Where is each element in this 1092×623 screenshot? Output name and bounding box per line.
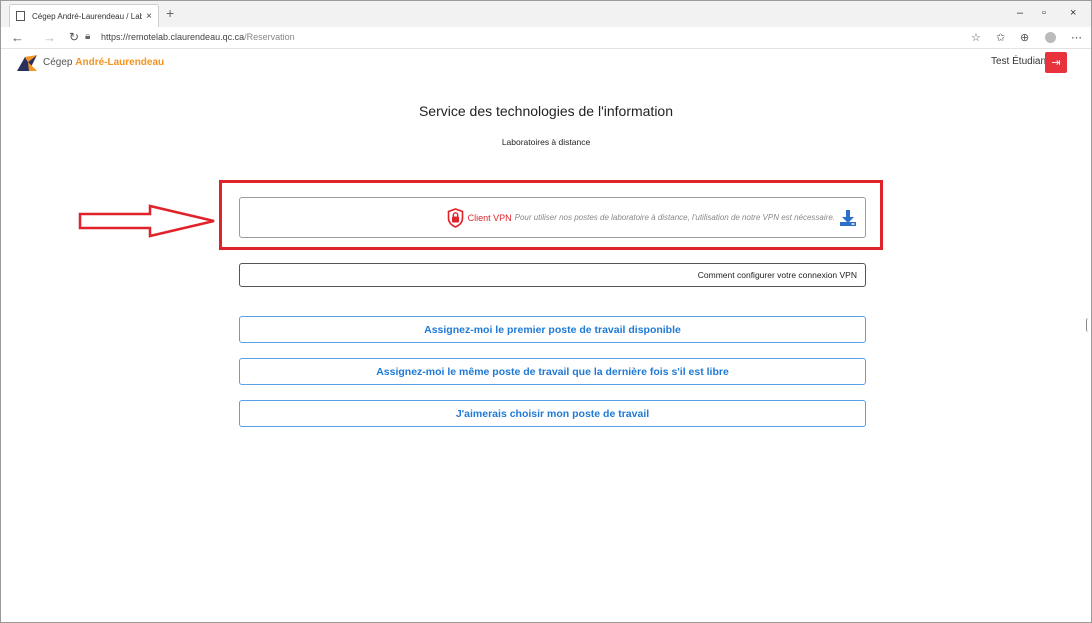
assign-same-workstation-button[interactable]: Assignez-moi le même poste de travail qu… xyxy=(239,358,866,385)
logout-button[interactable]: ⇥ xyxy=(1045,52,1067,73)
user-name: Test Étudiant xyxy=(991,56,1049,67)
url-path: /Reservation xyxy=(244,32,295,42)
vpn-client-link[interactable]: Client VPN xyxy=(468,213,512,223)
minimize-button[interactable]: – xyxy=(1017,7,1023,19)
tab-bar: Cégep André-Laurendeau / Labo × + – ▫ × xyxy=(1,1,1091,27)
close-window-button[interactable]: × xyxy=(1070,7,1076,19)
tab-close-icon[interactable]: × xyxy=(146,11,152,22)
site-header: Cégep André-Laurendeau Test Étudiant ⇥ xyxy=(1,50,1091,76)
lock-icon: 🔒︎ xyxy=(85,31,91,42)
vpn-config-link[interactable]: Comment configurer votre connexion VPN xyxy=(239,263,866,287)
brand-prefix: Cégep xyxy=(43,57,76,68)
choose-workstation-button[interactable]: J'aimerais choisir mon poste de travail xyxy=(239,400,866,427)
browser-tab[interactable]: Cégep André-Laurendeau / Labo × xyxy=(9,4,159,27)
logout-icon: ⇥ xyxy=(1051,57,1061,69)
tab-title: Cégep André-Laurendeau / Labo xyxy=(32,11,143,21)
annotation-arrow-icon xyxy=(78,204,215,238)
favorites-list-icon[interactable]: ✩ xyxy=(996,31,1005,44)
page-subtitle: Laboratoires à distance xyxy=(501,137,591,147)
assign-first-available-button[interactable]: Assignez-moi le premier poste de travail… xyxy=(239,316,866,343)
college-logo-icon[interactable] xyxy=(17,55,37,71)
vpn-client-panel: Client VPN Pour utiliser nos postes de l… xyxy=(239,197,866,238)
refresh-button[interactable]: ↻ xyxy=(69,30,79,44)
profile-avatar[interactable] xyxy=(1045,32,1056,43)
maximize-button[interactable]: ▫ xyxy=(1042,7,1046,19)
page-title: Service des technologies de l'informatio… xyxy=(418,103,674,119)
vpn-description: Pour utiliser nos postes de laboratoire … xyxy=(514,213,835,222)
browser-window xyxy=(0,0,1092,623)
url-field[interactable]: 🔒︎ https://remotelab.claurendeau.qc.ca/R… xyxy=(85,31,295,42)
favorite-star-icon[interactable]: ☆ xyxy=(971,31,981,44)
back-button[interactable]: ← xyxy=(11,30,24,45)
scrollbar-marker[interactable] xyxy=(1086,318,1091,332)
forward-button[interactable]: → xyxy=(43,30,56,45)
new-tab-button[interactable]: + xyxy=(166,5,174,21)
collections-icon[interactable]: ⊕ xyxy=(1020,31,1029,44)
brand-name[interactable]: Cégep André-Laurendeau xyxy=(43,57,164,68)
url-host: https://remotelab.claurendeau.qc.ca xyxy=(101,32,245,42)
download-icon[interactable] xyxy=(839,209,857,227)
more-menu-icon[interactable]: ⋯ xyxy=(1071,31,1082,44)
address-bar: ← → ↻ 🔒︎ https://remotelab.claurendeau.q… xyxy=(1,27,1091,49)
shield-lock-icon xyxy=(447,207,463,228)
page-icon xyxy=(16,11,25,21)
brand-accent: André-Laurendeau xyxy=(75,57,165,68)
